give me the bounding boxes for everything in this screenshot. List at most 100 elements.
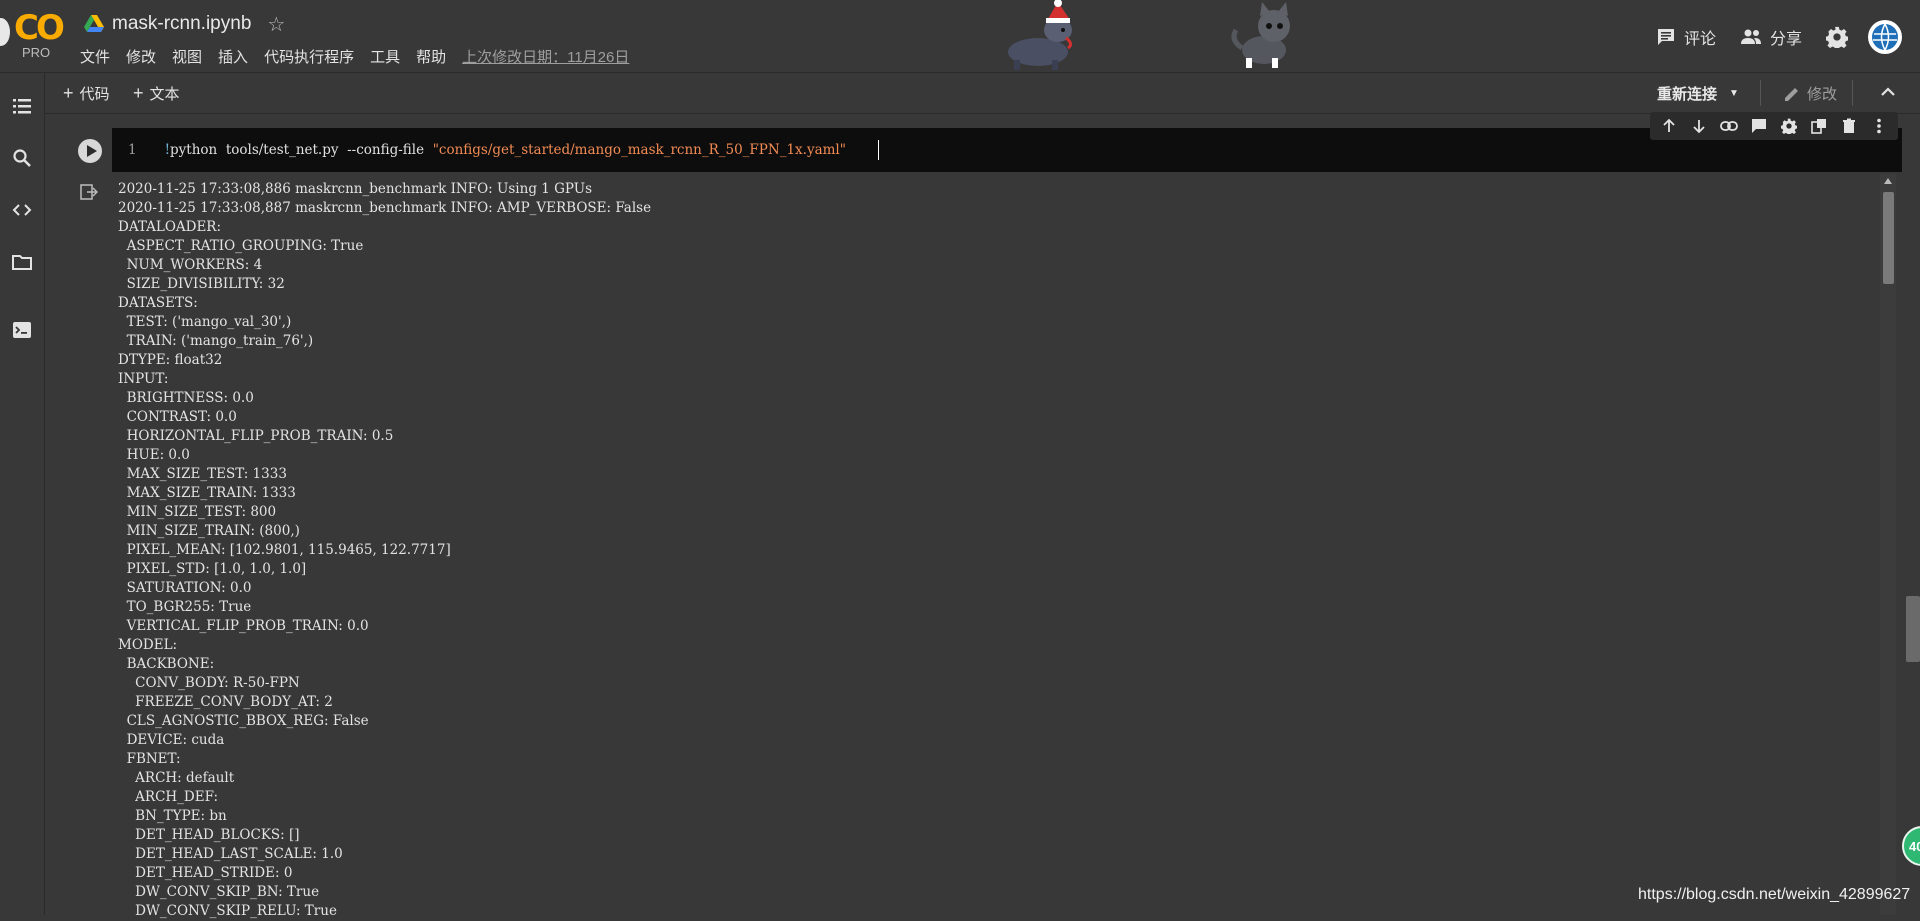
search-icon[interactable] <box>11 147 33 169</box>
output-line: INPUT: <box>118 371 169 387</box>
output-line: CONV_BODY: R-50-FPN <box>118 675 300 691</box>
output-line: FREEZE_CONV_BODY_AT: 2 <box>118 694 333 710</box>
cell-output: 2020-11-25 17:33:08,886 maskrcnn_benchma… <box>68 174 1902 919</box>
table-of-contents-icon[interactable] <box>11 95 33 117</box>
comment-icon <box>1657 29 1674 45</box>
notebook-toolbar: + 代码 + 文本 重新连接 ▼ 修改 <box>45 73 1920 114</box>
run-cell-button[interactable] <box>78 139 102 163</box>
cell-toolbar <box>1650 112 1898 140</box>
code-editor[interactable]: 1 !python tools/test_net.py --config-file… <box>68 112 1902 172</box>
menu-tools[interactable]: 工具 <box>370 46 400 67</box>
menu-insert[interactable]: 插入 <box>218 46 248 67</box>
comment-cell-button[interactable] <box>1747 114 1771 138</box>
output-line: CONTRAST: 0.0 <box>118 409 237 425</box>
text-cursor <box>878 140 879 160</box>
terminal-icon[interactable] <box>11 319 33 341</box>
share-button[interactable]: 分享 <box>1740 25 1802 49</box>
reconnect-label: 重新连接 <box>1657 86 1718 103</box>
link-button[interactable] <box>1717 114 1741 138</box>
caret-down-icon[interactable]: ▼ <box>1729 88 1739 99</box>
output-line: VERTICAL_FLIP_PROB_TRAIN: 0.0 <box>118 618 369 634</box>
move-up-button[interactable] <box>1657 114 1681 138</box>
user-avatar[interactable] <box>1868 20 1902 54</box>
status-badge: 40 <box>1902 826 1920 866</box>
menu-view[interactable]: 视图 <box>172 46 202 67</box>
toolbar-divider <box>1852 80 1853 106</box>
comment-button[interactable]: 评论 <box>1656 25 1716 49</box>
output-line: ASPECT_RATIO_GROUPING: True <box>118 238 364 254</box>
output-line: TO_BGR255: True <box>118 599 252 615</box>
pro-badge: PRO <box>22 45 51 60</box>
left-sidebar <box>0 73 45 915</box>
output-line: TRAIN: ('mango_train_76',) <box>118 333 314 349</box>
toolbar-divider <box>1760 80 1761 106</box>
add-code-button[interactable]: + 代码 <box>63 83 110 104</box>
code-snippets-icon[interactable] <box>11 199 33 221</box>
output-line: BN_TYPE: bn <box>118 808 227 824</box>
gear-icon[interactable] <box>1826 26 1848 48</box>
output-line: MIN_SIZE_TRAIN: (800,) <box>118 523 300 539</box>
output-line: DET_HEAD_LAST_SCALE: 1.0 <box>118 846 343 862</box>
output-line: MODEL: <box>118 637 178 653</box>
output-line: PIXEL_STD: [1.0, 1.0, 1.0] <box>118 561 307 577</box>
menu-runtime[interactable]: 代码执行程序 <box>264 46 354 67</box>
output-text: 2020-11-25 17:33:08,886 maskrcnn_benchma… <box>118 180 651 921</box>
logo-text: CO <box>14 8 65 48</box>
code-string: "configs/get_started/mango_mask_rcnn_R_5… <box>432 142 846 158</box>
link-icon <box>1720 121 1738 131</box>
people-icon <box>1740 29 1761 44</box>
output-line: DET_HEAD_BLOCKS: [] <box>118 827 300 843</box>
code-line[interactable]: 1 !python tools/test_net.py --config-file… <box>128 142 846 158</box>
edit-label: 修改 <box>1807 86 1838 103</box>
folder-icon[interactable] <box>11 251 33 273</box>
output-line: DATASETS: <box>118 295 198 311</box>
output-scrollbar[interactable] <box>1880 174 1896 915</box>
colab-logo[interactable]: CO PRO <box>0 6 65 62</box>
top-header: CO PRO mask-rcnn.ipynb ☆ 文件 修改 视图 插入 代码执… <box>0 0 1920 73</box>
star-icon[interactable]: ☆ <box>267 12 285 37</box>
google-drive-icon <box>84 15 104 32</box>
menu-edit[interactable]: 修改 <box>126 46 156 67</box>
code-cell[interactable]: 1 !python tools/test_net.py --config-file… <box>68 112 1902 919</box>
output-line: 2020-11-25 17:33:08,886 maskrcnn_benchma… <box>118 181 593 197</box>
scroll-up-arrow-icon[interactable] <box>1884 178 1892 184</box>
output-line: DTYPE: float32 <box>118 352 223 368</box>
output-line: ARCH_DEF: <box>118 789 219 805</box>
more-options-button[interactable] <box>1867 114 1891 138</box>
add-code-label: 代码 <box>79 86 110 103</box>
output-line: DW_CONV_SKIP_BN: True <box>118 884 320 900</box>
output-scroll-thumb[interactable] <box>1883 192 1894 284</box>
edit-button[interactable]: 修改 <box>1783 83 1837 104</box>
page-scroll-thumb[interactable] <box>1906 596 1920 662</box>
reconnect-button[interactable]: 重新连接 ▼ <box>1657 83 1739 104</box>
chevron-up-icon[interactable] <box>1877 81 1899 103</box>
dog-mascot-icon <box>1008 0 1073 70</box>
output-line: PIXEL_MEAN: [102.9801, 115.9465, 122.771… <box>118 542 451 558</box>
move-down-button[interactable] <box>1687 114 1711 138</box>
watermark-text: https://blog.csdn.net/weixin_42899627 <box>1638 886 1911 903</box>
plus-icon: + <box>133 83 144 103</box>
arrow-down-icon <box>1693 120 1705 134</box>
output-line: 2020-11-25 17:33:08,887 maskrcnn_benchma… <box>118 200 652 216</box>
output-line: ARCH: default <box>118 770 235 786</box>
cell-settings-button[interactable] <box>1777 114 1801 138</box>
mirror-cell-button[interactable] <box>1807 114 1831 138</box>
trash-icon <box>1843 118 1855 133</box>
output-line: MIN_SIZE_TEST: 800 <box>118 504 277 520</box>
share-label: 分享 <box>1769 31 1802 48</box>
output-line: DW_CONV_SKIP_RELU: True <box>118 903 337 919</box>
output-line: HORIZONTAL_FLIP_PROB_TRAIN: 0.5 <box>118 428 394 444</box>
output-line: MAX_SIZE_TRAIN: 1333 <box>118 485 296 501</box>
notebook-title[interactable]: mask-rcnn.ipynb <box>112 13 251 35</box>
plus-icon: + <box>63 83 74 103</box>
delete-cell-button[interactable] <box>1837 114 1861 138</box>
menu-file[interactable]: 文件 <box>80 46 110 67</box>
code-command: python tools/test_net.py --config-file <box>170 142 433 158</box>
menu-help[interactable]: 帮助 <box>416 46 446 67</box>
output-redirect-icon[interactable] <box>80 184 98 200</box>
add-text-button[interactable]: + 文本 <box>133 83 180 104</box>
last-edit-link[interactable]: 上次修改日期：11月26日 <box>462 46 629 67</box>
output-line: TEST: ('mango_val_30',) <box>118 314 292 330</box>
output-line: CLS_AGNOSTIC_BBOX_REG: False <box>118 713 369 729</box>
output-line: DET_HEAD_STRIDE: 0 <box>118 865 293 881</box>
